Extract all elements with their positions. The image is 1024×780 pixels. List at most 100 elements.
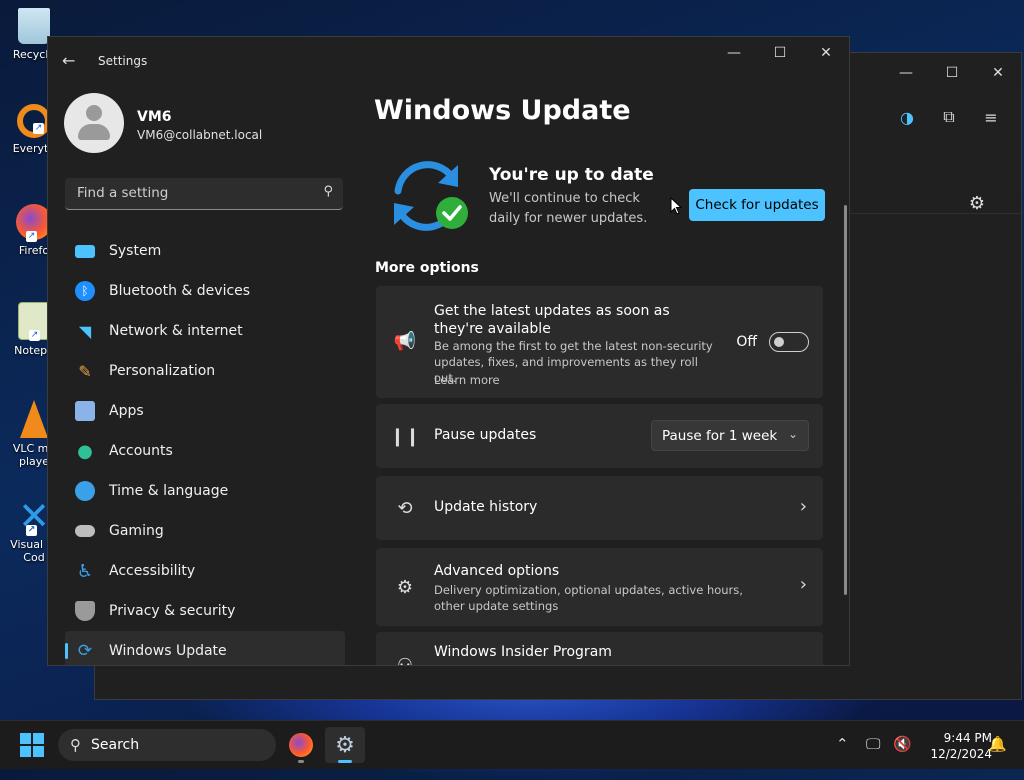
chevron-up-icon[interactable]: ⌃ [836,735,849,753]
advanced-options-card[interactable]: ⚙ Advanced options Delivery optimization… [376,548,823,626]
everything-icon: ↗ [17,104,51,138]
taskbar-search[interactable]: ⚲ Search [58,729,276,761]
avatar [64,93,124,153]
gamepad-icon [75,525,95,537]
profile-name: VM6 [137,109,172,125]
card-title: Pause updates [434,427,537,443]
accounts-icon: ● [77,440,93,462]
pause-icon: ❙❙ [389,425,421,447]
start-button[interactable] [20,733,44,757]
settings-window: ← Settings — ☐ ✕ VM6 VM6@collabnet.local… [47,36,850,666]
shortcut-arrow-icon: ↗ [26,231,37,242]
taskbar-firefox[interactable] [281,727,321,763]
close-icon[interactable]: ✕ [803,37,849,69]
learn-more-link[interactable]: Learn more [434,372,500,388]
half-circle-icon[interactable]: ◑ [897,107,917,127]
sidebar-item-label: Windows Update [109,643,227,659]
main-content: Windows Update You're up to date We'll c… [374,85,849,665]
history-icon: ⟲ [397,497,413,519]
card-title: Windows Insider Program [434,644,612,660]
taskbar: ⚲ Search ⚙ ⌃ 🖵 🔇 9:44 PM 12/2/2024 🔔 [0,720,1024,769]
vlc-cone-icon [20,400,48,438]
sidebar-item-system[interactable]: System [65,231,345,271]
scrollbar[interactable] [844,205,847,595]
windows-logo-icon [20,733,31,744]
card-title: Update history [434,499,538,515]
sidebar-item-label: System [109,243,162,259]
extensions-icon[interactable]: ⧉ [939,107,959,127]
clock-time: 9:44 PM [943,731,992,745]
get-latest-updates-card[interactable]: 📢 Get the latest updates as soon as they… [376,286,823,398]
sidebar-item-label: Gaming [109,523,164,539]
pause-duration-dropdown[interactable]: Pause for 1 week ⌄ [651,420,809,451]
sidebar-item-label: Accounts [109,443,173,459]
card-title: Get the latest updates as soon as they'r… [434,303,670,337]
sidebar-item-label: Apps [109,403,144,419]
sidebar-item-time-language[interactable]: Time & language [65,471,345,511]
check-for-updates-button[interactable]: Check for updates [689,189,825,221]
network-icon[interactable]: 🖵 [866,735,880,753]
gears-icon: ⚙ [396,576,414,598]
brush-icon: ✎ [78,361,92,381]
update-history-card[interactable]: ⟲ Update history › [376,476,823,540]
back-arrow-icon[interactable]: ← [62,51,75,70]
system-icon [75,244,95,258]
sidebar-item-label: Network & internet [109,323,243,339]
title-bar: ← Settings — ☐ ✕ [48,37,849,85]
wifi-icon: ◥ [78,321,92,341]
sidebar-item-windows-update[interactable]: ⟳ Windows Update [65,631,345,665]
chevron-down-icon: ⌄ [787,427,798,441]
maximize-icon[interactable]: ☐ [929,53,975,93]
sidebar-item-label: Privacy & security [109,603,236,619]
running-indicator [298,760,304,763]
settings-gear-icon: ⚙ [335,732,355,758]
sidebar-nav: System ᛒ Bluetooth & devices ◥ Network &… [65,231,345,665]
background-window-toolbar: ◑ ⧉ ≡ [897,107,1001,127]
sidebar-item-label: Accessibility [109,563,196,579]
recycle-bin-icon [18,8,50,44]
search-icon[interactable]: ⚲ [323,184,333,199]
section-heading: More options [375,260,479,276]
sidebar-item-apps[interactable]: Apps [65,391,345,431]
taskbar-settings[interactable]: ⚙ [325,727,365,763]
shortcut-arrow-icon: ↗ [33,123,44,134]
mouse-cursor-icon [670,197,682,215]
update-status-icon [384,155,474,245]
menu-icon[interactable]: ≡ [981,107,1001,127]
chevron-right-icon: › [799,496,807,517]
notification-bell-icon[interactable]: 🔔 [988,735,1007,753]
search-input[interactable] [75,184,309,202]
sidebar-item-accounts[interactable]: ● Accounts [65,431,345,471]
volume-muted-icon[interactable]: 🔇 [893,735,912,753]
sidebar-item-accessibility[interactable]: ♿ Accessibility [65,551,345,591]
dropdown-value: Pause for 1 week [662,427,778,444]
latest-updates-toggle[interactable] [769,332,809,352]
page-title: Windows Update [374,95,631,126]
search-box[interactable]: ⚲ [65,178,343,210]
profile-avatar[interactable] [64,93,124,153]
sidebar-item-privacy-security[interactable]: Privacy & security [65,591,345,631]
insider-icon: ⚇ [396,654,414,666]
clock[interactable]: 9:44 PM 12/2/2024 [918,730,992,762]
firefox-icon [289,733,313,757]
shortcut-arrow-icon: ↗ [29,330,40,341]
card-title: Advanced options [434,563,560,579]
minimize-icon[interactable]: — [711,37,757,69]
sidebar-item-network[interactable]: ◥ Network & internet [65,311,345,351]
sidebar-item-gaming[interactable]: Gaming [65,511,345,551]
minimize-icon[interactable]: — [883,53,929,93]
profile-email: VM6@collabnet.local [137,128,263,142]
windows-insider-card[interactable]: ⚇ Windows Insider Program [376,632,823,666]
clock-date: 12/2/2024 [930,747,992,761]
gear-icon[interactable]: ⚙ [969,193,985,214]
sidebar-item-label: Time & language [109,483,229,499]
sidebar-item-bluetooth[interactable]: ᛒ Bluetooth & devices [65,271,345,311]
close-icon[interactable]: ✕ [975,53,1021,93]
sidebar-item-label: Bluetooth & devices [109,283,251,299]
background-window-caption: — ☐ ✕ [883,53,1021,93]
chevron-right-icon: › [799,574,807,595]
maximize-icon[interactable]: ☐ [757,37,803,69]
active-indicator [338,760,352,763]
sidebar-item-personalization[interactable]: ✎ Personalization [65,351,345,391]
shortcut-arrow-icon: ↗ [26,525,37,536]
